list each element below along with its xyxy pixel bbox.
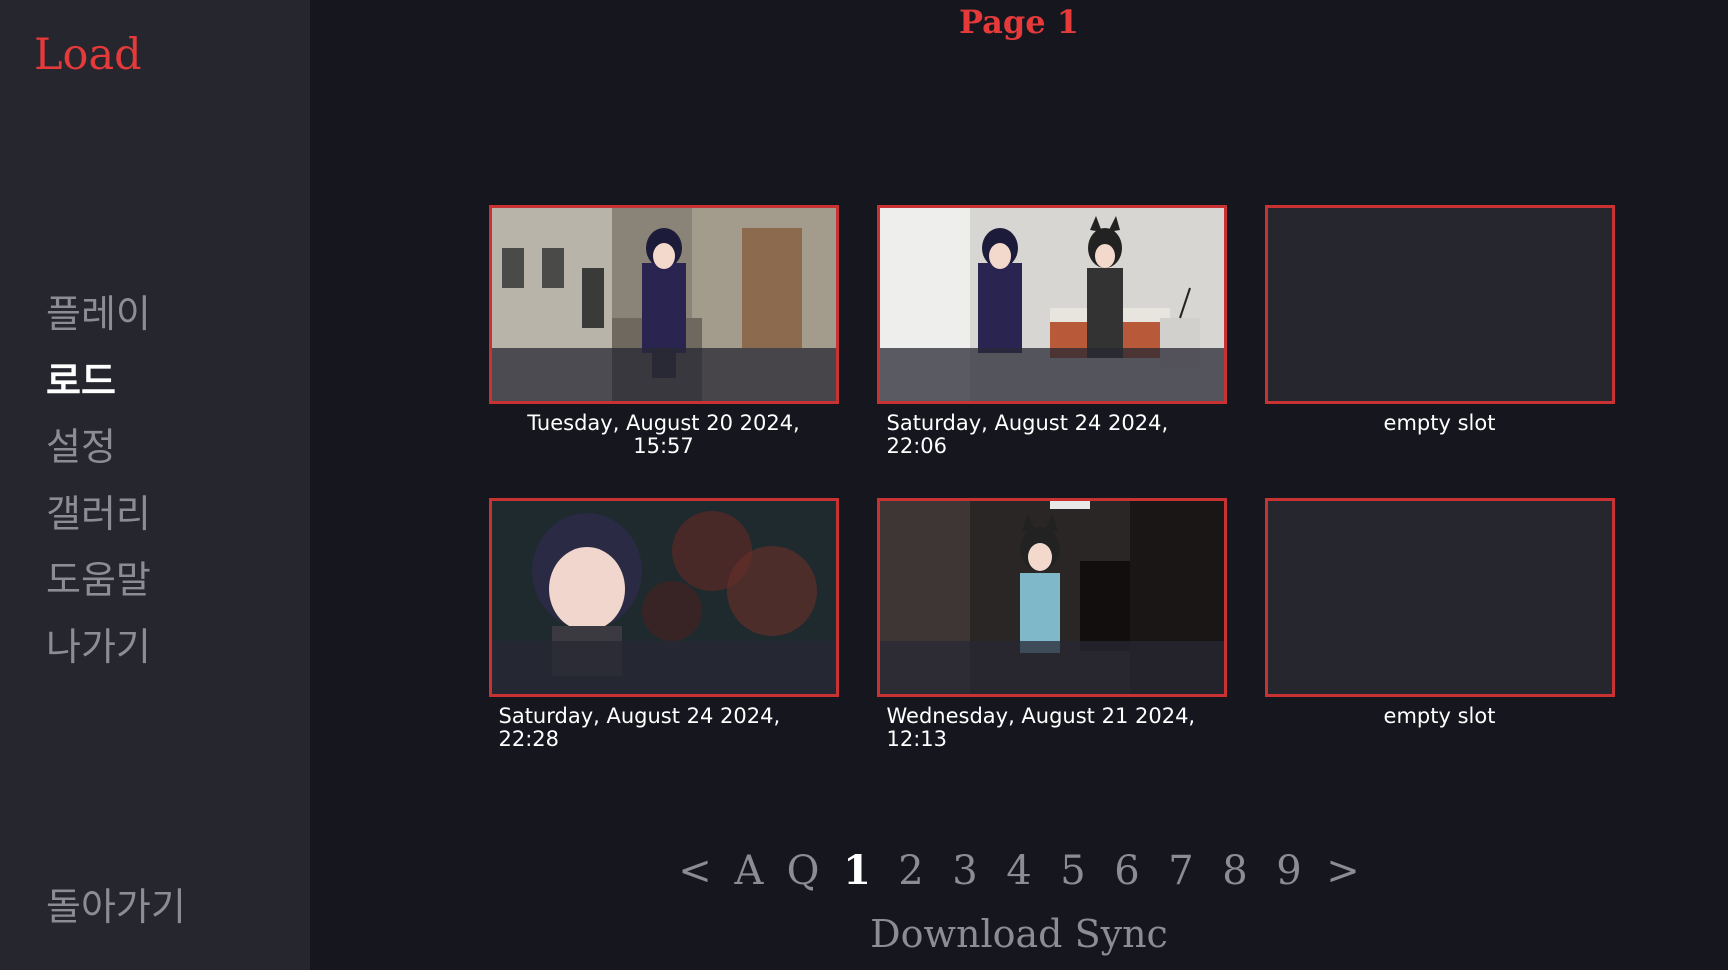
slot-thumbnail — [876, 498, 1227, 697]
page-2-button[interactable]: 2 — [884, 845, 938, 897]
nav-item-help[interactable]: 도움말 — [46, 554, 151, 621]
return-button[interactable]: 돌아가기 — [46, 876, 186, 931]
page-3-button[interactable]: 3 — [938, 845, 992, 897]
page-4-button[interactable]: 4 — [992, 845, 1046, 897]
slot-thumbnail — [488, 498, 839, 697]
save-slot-3[interactable]: empty slot — [1246, 205, 1633, 435]
slot-timestamp: Wednesday, August 21 2024, 12:13 — [886, 704, 1196, 751]
screen-title: Load — [34, 30, 142, 80]
slot-empty-label: empty slot — [1383, 704, 1496, 728]
nav-item-gallery[interactable]: 갤러리 — [46, 488, 151, 555]
save-slot-2[interactable]: Saturday, August 24 2024, 22:06 — [858, 205, 1245, 458]
save-slot-6[interactable]: empty slot — [1246, 498, 1633, 728]
street-scene-thumbnail — [491, 208, 836, 401]
slot-timestamp: Saturday, August 24 2024, 22:06 — [886, 411, 1169, 458]
night-scene-thumbnail — [491, 501, 836, 694]
sidebar: Load 플레이 로드 설정 갤러리 도움말 나가기 돌아가기 — [0, 0, 310, 970]
page-6-button[interactable]: 6 — [1100, 845, 1154, 897]
download-sync-button[interactable]: Download Sync — [310, 912, 1728, 956]
slot-timestamp: Saturday, August 24 2024, 22:28 — [498, 704, 781, 751]
page-8-button[interactable]: 8 — [1208, 845, 1262, 897]
nav-item-settings[interactable]: 설정 — [46, 421, 151, 488]
save-slot-4[interactable]: Saturday, August 24 2024, 22:28 — [470, 498, 857, 751]
hallway-scene-thumbnail — [879, 501, 1224, 694]
save-slot-1[interactable]: Tuesday, August 20 2024, 15:57 — [470, 205, 857, 458]
page-7-button[interactable]: 7 — [1154, 845, 1208, 897]
slot-thumbnail — [488, 205, 839, 404]
slot-empty-label: empty slot — [1383, 411, 1496, 435]
slot-thumbnail — [1264, 498, 1615, 697]
page-quick-button[interactable]: Q — [776, 845, 830, 897]
page-title: Page 1 — [958, 3, 1080, 41]
nav-item-load[interactable]: 로드 — [46, 355, 151, 422]
slot-thumbnail — [876, 205, 1227, 404]
page-5-button[interactable]: 5 — [1046, 845, 1100, 897]
page-navigation: < A Q 1 2 3 4 5 6 7 8 9 > — [310, 845, 1728, 897]
next-page-button[interactable]: > — [1316, 845, 1370, 897]
main-menu: 플레이 로드 설정 갤러리 도움말 나가기 — [46, 288, 151, 687]
bedroom-scene-thumbnail — [879, 208, 1224, 401]
nav-item-play[interactable]: 플레이 — [46, 288, 151, 355]
prev-page-button[interactable]: < — [668, 845, 722, 897]
page-auto-button[interactable]: A — [722, 845, 776, 897]
save-slot-5[interactable]: Wednesday, August 21 2024, 12:13 — [858, 498, 1245, 751]
slot-thumbnail — [1264, 205, 1615, 404]
page-1-button[interactable]: 1 — [830, 845, 884, 897]
slot-timestamp: Tuesday, August 20 2024, 15:57 — [527, 411, 800, 458]
page-9-button[interactable]: 9 — [1262, 845, 1316, 897]
nav-item-quit[interactable]: 나가기 — [46, 621, 151, 688]
